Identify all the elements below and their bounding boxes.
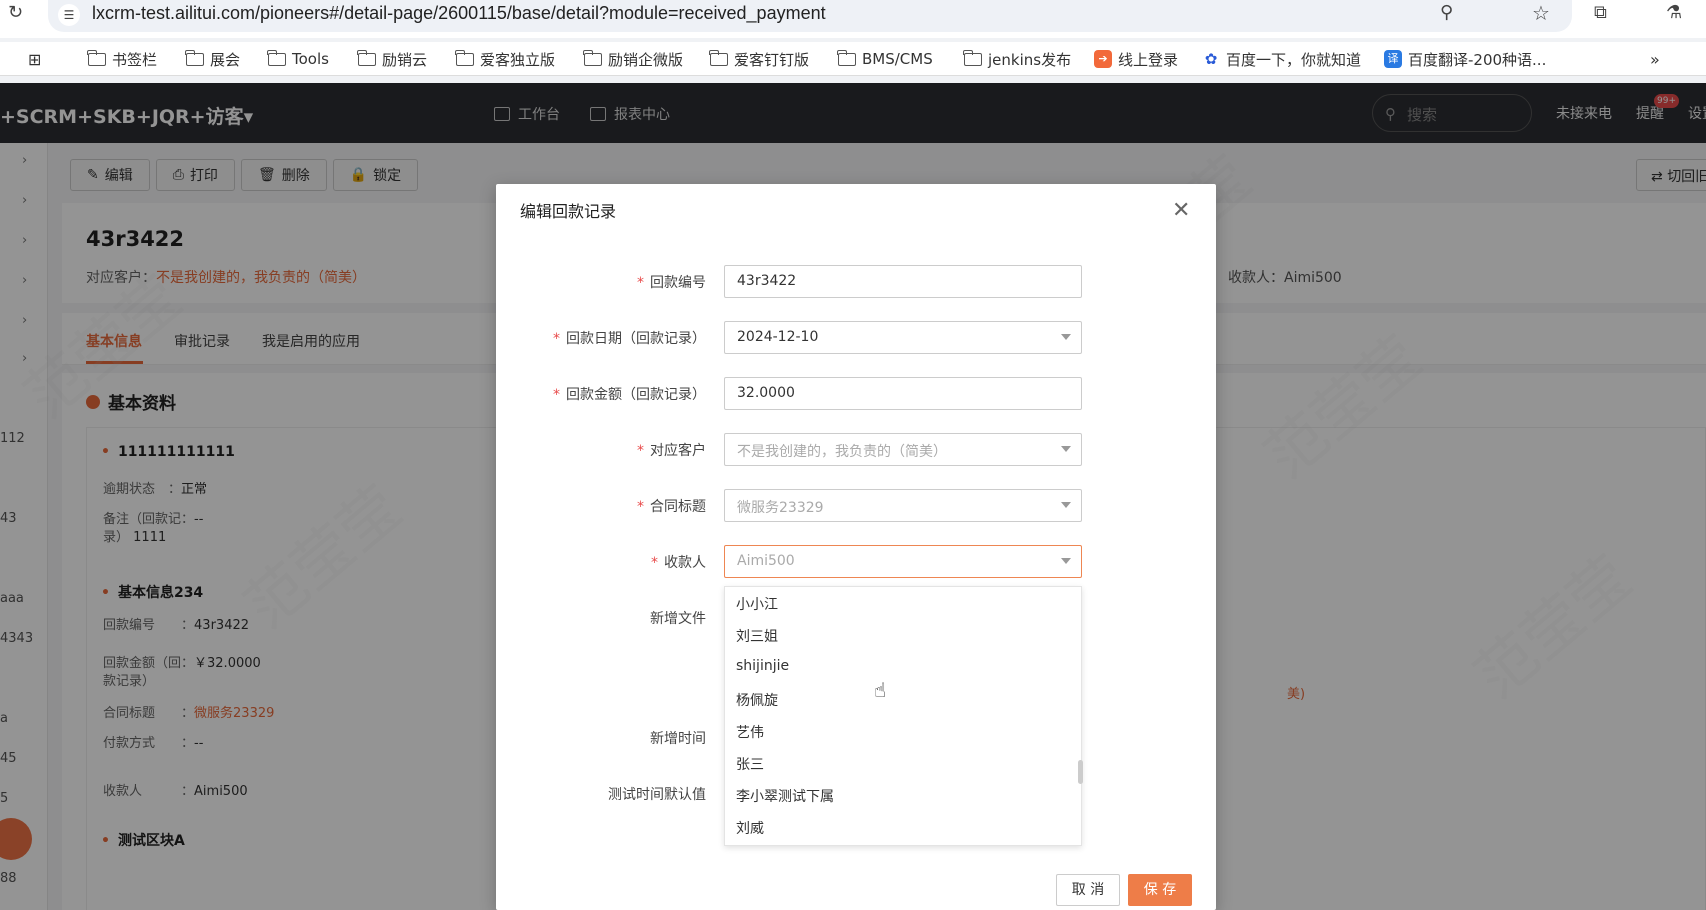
payment-number-input[interactable]: 43r3422 bbox=[724, 265, 1082, 298]
hand-cursor-icon: ☝ bbox=[874, 678, 887, 702]
dropdown-option[interactable]: 张三 bbox=[736, 754, 764, 774]
bookmark-folder[interactable]: 爱客独立版 bbox=[455, 48, 555, 70]
modal-title: 编辑回款记录 bbox=[520, 202, 617, 221]
folder-icon bbox=[709, 49, 728, 66]
browser-toolbar: ↻ ☰ lxcrm-test.ailitui.com/pioneers#/det… bbox=[0, 0, 1706, 38]
label-payment-date: * 回款日期（回款记录） bbox=[553, 331, 706, 347]
zoom-icon[interactable]: ⚲ bbox=[1440, 2, 1453, 23]
customer-select[interactable]: 不是我创建的，我负责的（简美） bbox=[724, 433, 1082, 466]
payee-select[interactable]: Aimi500 bbox=[724, 545, 1082, 578]
cancel-button[interactable]: 取 消 bbox=[1056, 874, 1120, 906]
label-payment-amount: * 回款金额（回款记录） bbox=[553, 387, 706, 403]
bookmark-link[interactable]: 译百度翻译-200种语... bbox=[1384, 48, 1546, 70]
bookmark-folder[interactable]: Tools bbox=[267, 48, 329, 70]
dropdown-option[interactable]: 小小江 bbox=[736, 594, 778, 614]
close-icon[interactable]: ✕ bbox=[1172, 198, 1190, 223]
contract-select[interactable]: 微服务23329 bbox=[724, 489, 1082, 522]
chevron-down-icon bbox=[1061, 334, 1071, 340]
folder-icon bbox=[185, 49, 204, 66]
edit-payment-modal: 编辑回款记录 ✕ * 回款编号 43r3422 * 回款日期（回款记录） 2024-… bbox=[496, 184, 1216, 910]
dropdown-option[interactable]: 艺伟 bbox=[736, 722, 764, 742]
login-favicon-icon: ➔ bbox=[1094, 50, 1112, 68]
baidu-paw-icon: ✿ bbox=[1204, 50, 1218, 68]
address-bar[interactable]: ☰ lxcrm-test.ailitui.com/pioneers#/detai… bbox=[48, 0, 1572, 32]
site-info-icon[interactable]: ☰ bbox=[58, 4, 80, 26]
bookmark-folder[interactable]: BMS/CMS bbox=[837, 48, 933, 70]
chevron-down-icon bbox=[1061, 558, 1071, 564]
payment-date-picker[interactable]: 2024-12-10 bbox=[724, 321, 1082, 354]
label-test-time-default: 测试时间默认值 bbox=[608, 787, 706, 803]
label-new-time: 新增时间 bbox=[650, 731, 706, 747]
label-customer: * 对应客户 bbox=[637, 443, 706, 459]
payment-amount-input[interactable]: 32.0000 bbox=[724, 377, 1082, 410]
bookmark-folder[interactable]: 书签栏 bbox=[87, 48, 157, 70]
bookmark-folder[interactable]: 励销云 bbox=[357, 48, 427, 70]
bookmark-folder[interactable]: jenkins发布 bbox=[963, 48, 1071, 70]
reload-icon[interactable]: ↻ bbox=[8, 2, 23, 23]
dropdown-option[interactable]: 刘威 bbox=[736, 818, 764, 838]
folder-icon bbox=[837, 49, 856, 66]
payee-dropdown: 小小江 刘三姐 shijinjie 杨佩旋 艺伟 张三 李小翠测试下属 刘威 bbox=[724, 586, 1082, 846]
chevron-down-icon bbox=[1061, 502, 1071, 508]
url-text[interactable]: lxcrm-test.ailitui.com/pioneers#/detail-… bbox=[92, 3, 826, 24]
bookmark-folder[interactable]: 爱客钉钉版 bbox=[709, 48, 809, 70]
bookmark-link[interactable]: ✿ 百度一下，你就知道 bbox=[1202, 48, 1361, 70]
folder-icon bbox=[87, 49, 106, 66]
label-new-file: 新增文件 bbox=[650, 611, 706, 627]
extensions-icon[interactable]: ⧉ bbox=[1594, 2, 1607, 23]
folder-icon bbox=[267, 49, 286, 66]
dropdown-option[interactable]: 李小翠测试下属 bbox=[736, 786, 834, 806]
dropdown-option[interactable]: shijinjie bbox=[736, 658, 789, 674]
folder-icon bbox=[963, 49, 982, 66]
bookmark-folder[interactable]: 励销企微版 bbox=[583, 48, 683, 70]
label-payment-number: * 回款编号 bbox=[637, 275, 706, 291]
label-contract: * 合同标题 bbox=[637, 499, 706, 515]
label-payee: * 收款人 bbox=[651, 555, 706, 571]
translate-favicon-icon: 译 bbox=[1384, 50, 1402, 68]
dropdown-option[interactable]: 刘三姐 bbox=[736, 626, 778, 646]
save-button[interactable]: 保 存 bbox=[1128, 874, 1192, 906]
folder-icon bbox=[357, 49, 376, 66]
apps-grid-icon[interactable]: ⊞ bbox=[28, 48, 41, 70]
bookmark-link[interactable]: ➔ 线上登录 bbox=[1094, 48, 1178, 70]
dropdown-scrollbar[interactable] bbox=[1078, 760, 1083, 784]
folder-icon bbox=[583, 49, 602, 66]
bookmark-folder[interactable]: 展会 bbox=[185, 48, 240, 70]
labs-flask-icon[interactable]: ⚗ bbox=[1666, 2, 1682, 23]
bookmark-star-icon[interactable]: ☆ bbox=[1532, 1, 1550, 25]
bookmarks-bar: ⊞ 书签栏 展会 Tools 励销云 爱客独立版 励销企微版 爱客钉钉版 BMS… bbox=[0, 42, 1706, 76]
dropdown-option[interactable]: 杨佩旋 bbox=[736, 690, 778, 710]
more-bookmarks-icon[interactable]: » bbox=[1650, 48, 1660, 70]
chevron-down-icon bbox=[1061, 446, 1071, 452]
folder-icon bbox=[455, 49, 474, 66]
